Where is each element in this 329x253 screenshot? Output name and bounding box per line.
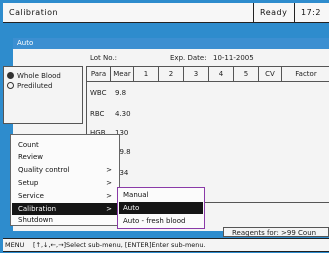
- menu-item-count[interactable]: Count: [12, 139, 118, 151]
- lot-number-label: Lot No.:: [90, 54, 118, 62]
- radio-label: Prediluted: [17, 82, 53, 90]
- menu-item-label: Calibration: [18, 205, 57, 213]
- calibration-results-table: Para Mear 1 2 3 4 5 CV Factor WBC 9.8 RBC…: [86, 66, 329, 203]
- menu-item-calibration[interactable]: Calibration >: [12, 203, 118, 215]
- menu-mode-label: MENU: [5, 241, 25, 249]
- radio-prediluted[interactable]: Prediluted: [7, 81, 82, 91]
- navigation-hint: [↑,↓,←,→]Select sub-menu, [ENTER]Enter s…: [33, 241, 206, 249]
- column-header: 3: [184, 67, 209, 82]
- menu-item-label: Shutdown: [18, 216, 53, 224]
- param-target: 4.30: [115, 110, 131, 118]
- column-header: Para: [87, 67, 111, 82]
- top-status-bar: Calibration Ready 17:2: [3, 3, 329, 23]
- exp-date-value: 10-11-2005: [213, 54, 254, 62]
- column-header: Mear: [111, 67, 134, 82]
- column-header: 4: [209, 67, 234, 82]
- radio-unselected-icon: [7, 81, 14, 89]
- param-target: 9.8: [115, 89, 127, 97]
- submenu-arrow-icon: >: [106, 192, 112, 200]
- column-header: CV: [259, 67, 282, 82]
- menu-item-review[interactable]: Review: [12, 151, 118, 163]
- menu-item-label: Quality control: [18, 166, 70, 174]
- panel-title: Auto: [13, 38, 329, 49]
- menu-item-label: Count: [18, 141, 39, 149]
- radio-selected-icon: [7, 71, 14, 79]
- status-bar: MENU [↑,↓,←,→]Select sub-menu, [ENTER]En…: [3, 238, 329, 252]
- current-mode-label: Calibration: [3, 3, 254, 22]
- exp-date-label: Exp. Date:: [170, 54, 207, 62]
- submenu-arrow-icon: >: [106, 205, 112, 213]
- radio-whole-blood[interactable]: Whole Blood: [7, 71, 82, 81]
- column-header: 5: [234, 67, 259, 82]
- column-header: 2: [159, 67, 184, 82]
- menu-item-label: Review: [18, 153, 43, 161]
- param-name: WBC: [90, 89, 107, 97]
- column-header: Factor: [282, 67, 329, 82]
- calibration-submenu: Manual Auto Auto - fresh blood: [117, 187, 205, 229]
- menu-item-shutdown[interactable]: Shutdown: [12, 216, 118, 225]
- clock-display: 17:2: [301, 8, 321, 17]
- submenu-arrow-icon: >: [106, 166, 112, 174]
- radio-label: Whole Blood: [17, 72, 61, 80]
- menu-item-label: Service: [18, 192, 44, 200]
- menu-item-quality-control[interactable]: Quality control >: [12, 164, 118, 176]
- menu-item-service[interactable]: Service >: [12, 190, 118, 202]
- sample-mode-group: Whole Blood Prediluted: [3, 66, 83, 124]
- menu-item-setup[interactable]: Setup >: [12, 177, 118, 189]
- submenu-item-manual[interactable]: Manual: [119, 189, 203, 201]
- column-header: 1: [134, 67, 159, 82]
- reagent-count-indicator: Reagents for: >99 Coun: [223, 227, 329, 237]
- menu-item-label: Setup: [18, 179, 39, 187]
- analyzer-screen: Calibration Ready 17:2 Auto Lot No.: Exp…: [0, 0, 329, 253]
- main-menu: Count Review Quality control > Setup > Ser…: [10, 134, 120, 226]
- submenu-arrow-icon: >: [106, 179, 112, 187]
- submenu-item-auto-fresh-blood[interactable]: Auto - fresh blood: [119, 215, 203, 227]
- submenu-item-auto[interactable]: Auto: [119, 202, 203, 214]
- param-name: RBC: [90, 110, 105, 118]
- ready-status: Ready: [254, 3, 295, 22]
